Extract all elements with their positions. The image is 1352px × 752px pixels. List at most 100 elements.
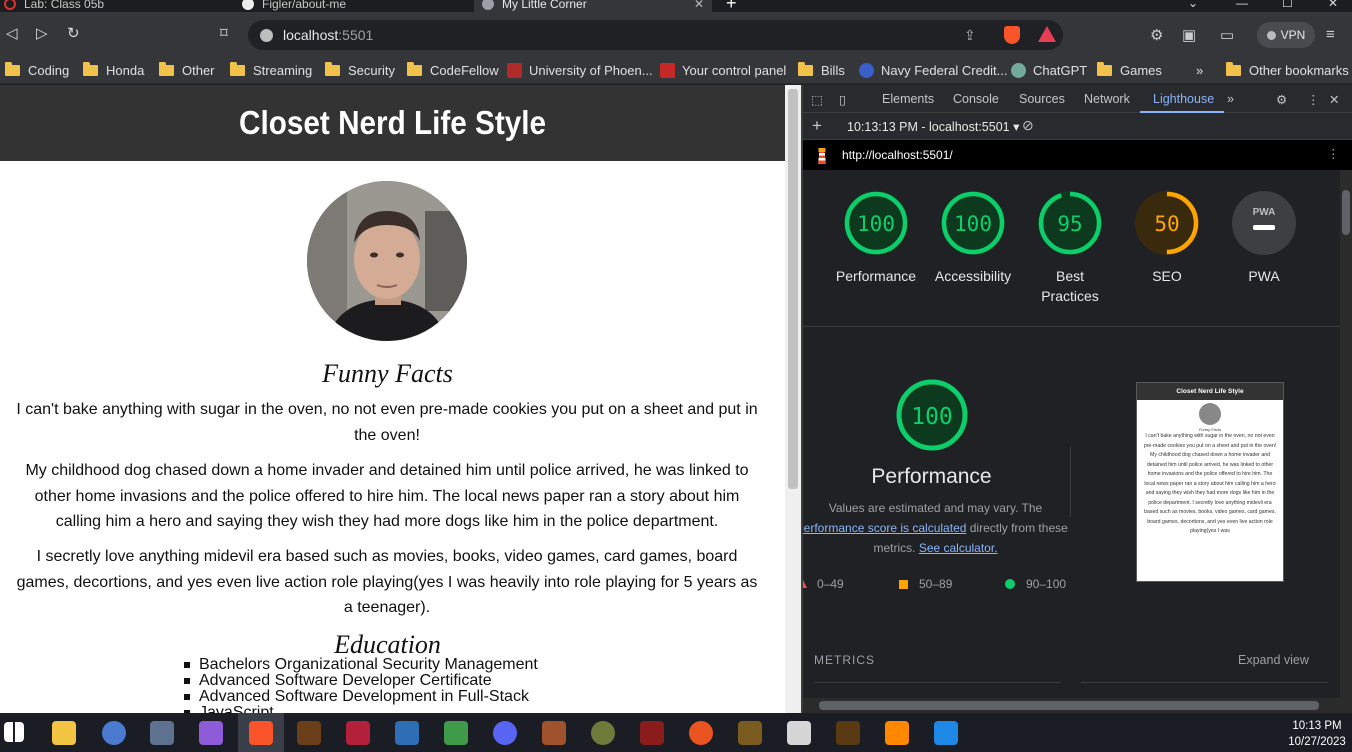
tab-console[interactable]: Console [953,92,999,106]
ubuntu-icon[interactable] [689,721,713,745]
bookmark-chatgpt[interactable]: ChatGPT [1011,60,1087,80]
close-window-icon[interactable]: ✕ [1328,0,1338,10]
legend-label: 90–100 [1026,577,1067,591]
devtools-hscrollbar[interactable] [803,698,1352,713]
game-icon[interactable] [346,721,370,745]
windows-taskbar: 10:13 PM 10/27/2023 [0,713,1352,752]
vscode-icon[interactable] [934,721,958,745]
app-icon[interactable] [787,721,811,745]
see-calculator-link[interactable]: See calculator. [919,541,998,555]
brave-rewards-icon[interactable] [1038,26,1056,42]
share-icon[interactable]: ⇪ [964,27,976,44]
report-selector[interactable]: 10:13:13 PM - localhost:5501 ▾ [847,119,1019,134]
diablo-icon[interactable] [640,721,664,745]
gauge-seo[interactable]: 50 [1135,191,1199,255]
page-screenshot-thumbnail[interactable]: Closet Nerd Life Style Funny Facts I can… [1136,382,1284,582]
forward-icon[interactable]: ▷ [36,24,48,44]
tab-network[interactable]: Network [1084,92,1130,106]
bookmark-label: Other [182,62,215,78]
bookmark-university[interactable]: University of Phoen... [507,60,653,80]
inspect-icon[interactable]: ⬚ [811,92,823,107]
wallet-icon[interactable]: ▭ [1220,26,1234,44]
calculator-icon[interactable] [150,721,174,745]
scrollbar-thumb[interactable] [1342,190,1350,235]
section-separator [803,326,1340,327]
sidebar-icon[interactable]: ▣ [1182,26,1196,44]
maximize-icon[interactable]: ☐ [1282,0,1293,10]
app-icon[interactable] [444,721,468,745]
close-devtools-icon[interactable]: ✕ [1329,92,1339,107]
file-explorer-icon[interactable] [52,721,76,745]
discord-icon[interactable] [493,721,517,745]
gauge-best-practices[interactable]: 95 [1038,191,1102,255]
app-icon[interactable] [395,721,419,745]
clear-reports-icon[interactable]: ⊘ [1022,117,1034,134]
gauge-performance[interactable]: 100 [844,191,908,255]
page-scrollbar[interactable] [785,85,801,713]
bookmarks-overflow-button[interactable]: » [1196,60,1203,80]
windows-start-icon[interactable] [4,722,24,742]
new-tab-button[interactable]: + [726,0,737,12]
bookmark-coding[interactable]: Coding [5,60,69,80]
vlc-icon[interactable] [885,721,909,745]
device-toolbar-icon[interactable]: ▯ [839,92,846,107]
expand-view-button[interactable]: Expand view [1238,653,1309,667]
tab-elements[interactable]: Elements [882,92,934,106]
tab-search-icon[interactable]: ⌄ [1188,0,1198,10]
back-icon[interactable]: ◁ [6,24,18,44]
brave-shields-icon[interactable] [1004,26,1020,44]
bookmark-control-panel[interactable]: Your control panel [660,60,786,80]
other-bookmarks[interactable]: Other bookmarks [1226,60,1349,80]
menu-icon[interactable]: ≡ [1326,26,1335,43]
bookmark-icon[interactable]: ⌑ [220,24,228,44]
scrollbar-thumb[interactable] [788,89,798,489]
game-icon[interactable] [836,721,860,745]
site-info-icon[interactable] [260,28,273,42]
minimize-icon[interactable]: — [1236,0,1248,10]
lighthouse-icon [818,148,826,164]
bookmark-bills[interactable]: Bills [798,60,845,80]
tab-lab[interactable]: Lab: Class 05b [4,0,234,12]
scrollbar-thumb[interactable] [819,701,1319,710]
score-calc-link[interactable]: performance score is calculated [803,521,966,535]
game-icon[interactable] [297,721,321,745]
report-url[interactable]: http://localhost:5501/ [842,148,953,162]
system-clock[interactable]: 10:13 PM 10/27/2023 [1285,718,1349,750]
list-item: Bachelors Organizational Security Manage… [184,656,538,673]
app-icon[interactable] [102,721,126,745]
bookmark-security[interactable]: Security [325,60,395,80]
bookmark-other[interactable]: Other [159,60,215,80]
bookmark-streaming[interactable]: Streaming [230,60,312,80]
globe-icon [482,0,494,10]
game-icon[interactable] [542,721,566,745]
devtools-vscrollbar[interactable] [1340,170,1352,698]
game-icon[interactable] [591,721,615,745]
vpn-button[interactable]: VPN [1257,22,1315,48]
tab-sources[interactable]: Sources [1019,92,1065,106]
address-bar[interactable]: localhost:5501 [248,20,1063,50]
devtools-panel: ⬚ ▯ Elements Console Sources Network Lig… [803,85,1352,713]
report-menu-icon[interactable]: ⋮ [1327,146,1340,161]
browser-toolbar: ◁ ▷ ↻ ⌑ localhost:5501 ⇪ ⚙ ▣ ▭ VPN ≡ [0,12,1352,56]
extensions-icon[interactable]: ⚙ [1150,26,1163,44]
gauge-accessibility[interactable]: 100 [941,191,1005,255]
new-report-icon[interactable]: + [812,116,822,136]
more-tabs-icon[interactable]: » [1227,92,1234,106]
tab-github[interactable]: Figler/about-me [242,0,472,12]
bookmark-navy-federal[interactable]: Navy Federal Credit... [859,60,1007,80]
brave-browser-icon[interactable] [249,721,273,745]
pwa-badge-icon: PWA [1253,207,1276,218]
game-icon[interactable] [738,721,762,745]
gauge-pwa[interactable]: PWA [1232,191,1296,255]
bookmark-honda[interactable]: Honda [83,60,144,80]
close-tab-icon[interactable]: ✕ [694,0,704,11]
settings-gear-icon[interactable]: ⚙ [1276,92,1287,107]
tab-my-little-corner[interactable]: My Little Corner ✕ [474,0,712,12]
note-text: metrics. [873,541,919,555]
more-options-icon[interactable]: ⋮ [1307,92,1320,107]
reload-icon[interactable]: ↻ [67,24,80,44]
bookmark-codefellow[interactable]: CodeFellow [407,60,499,80]
visual-studio-icon[interactable] [199,721,223,745]
tab-lighthouse[interactable]: Lighthouse [1153,92,1214,106]
bookmark-games[interactable]: Games [1097,60,1162,80]
